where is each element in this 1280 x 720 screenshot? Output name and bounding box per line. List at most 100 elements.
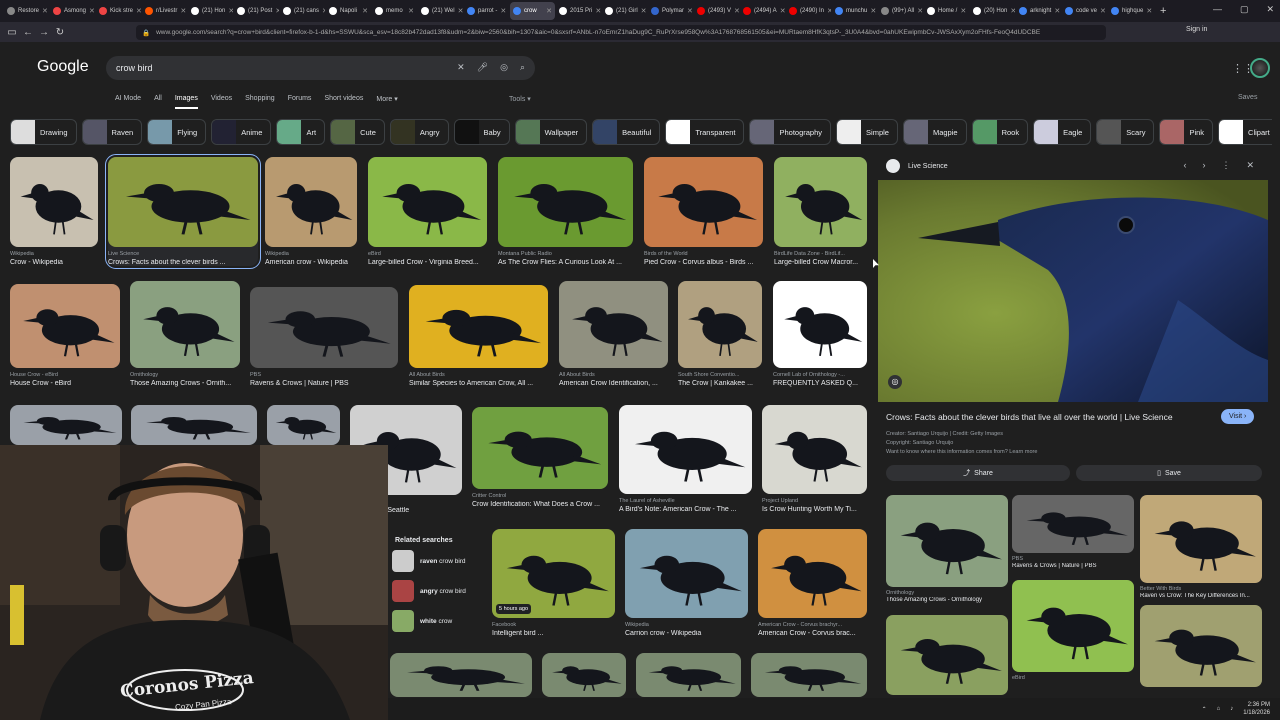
close-tab-icon[interactable]: ✕ — [595, 7, 601, 15]
image-result[interactable] — [542, 653, 626, 697]
panel-related-title[interactable]: Ravens & Crows | Nature | PBS — [1012, 563, 1134, 569]
result-source[interactable]: All About Birds — [409, 372, 548, 378]
result-thumbnail[interactable] — [131, 405, 257, 445]
chip-angry[interactable]: Angry — [389, 119, 449, 145]
next-icon[interactable]: › — [1202, 160, 1205, 171]
result-source[interactable]: Cornell Lab of Ornithology -... — [773, 372, 867, 378]
maximize-icon[interactable]: ▢ — [1240, 4, 1249, 15]
result-thumbnail[interactable] — [758, 529, 867, 618]
result-thumbnail[interactable] — [267, 405, 340, 445]
panel-related-image[interactable] — [886, 615, 1008, 695]
browser-tab[interactable]: highque ✕ — [1108, 2, 1153, 20]
image-result[interactable]: 5 hours ago Facebook Intelligent bird ... — [492, 529, 615, 637]
chip-magpie[interactable]: Magpie — [902, 119, 967, 145]
tab-forums[interactable]: Forums — [288, 95, 312, 103]
close-window-icon[interactable]: ✕ — [1266, 4, 1274, 15]
image-result[interactable]: BirdLife Data Zone - BirdLif... Large-bil… — [774, 157, 867, 266]
close-tab-icon[interactable]: ✕ — [1010, 7, 1015, 15]
panel-related-thumbnail[interactable] — [1012, 495, 1134, 553]
learn-more-link[interactable]: Want to know where this information come… — [886, 448, 1037, 457]
result-title[interactable]: As The Crow Flies: A Curious Look At ... — [498, 259, 633, 266]
close-tab-icon[interactable]: ✕ — [458, 7, 463, 15]
browser-tab[interactable]: Napoli ✕ — [326, 2, 371, 20]
result-source[interactable]: Project Upland — [762, 498, 867, 504]
browser-tab[interactable]: (21) Wel ✕ — [418, 2, 463, 20]
browser-tab[interactable]: Polymar ✕ — [648, 2, 693, 20]
image-result[interactable]: Birds of the World Pied Crow - Corvus alb… — [644, 157, 763, 266]
image-result[interactable]: South Shore Conventio... The Crow | Kanka… — [678, 281, 762, 387]
result-thumbnail[interactable] — [472, 407, 608, 489]
result-title[interactable]: Large-billed Crow Macror... — [774, 259, 867, 266]
result-title[interactable]: Large-billed Crow - Virginia Breed... — [368, 259, 487, 266]
result-thumbnail[interactable] — [409, 285, 548, 368]
panel-title[interactable]: Crows: Facts about the clever birds that… — [886, 412, 1173, 422]
result-source[interactable]: Ornithology — [130, 372, 240, 378]
close-tab-icon[interactable]: ✕ — [362, 7, 368, 15]
chip-beautiful[interactable]: Beautiful — [592, 119, 661, 145]
chip-wallpaper[interactable]: Wallpaper — [514, 119, 588, 145]
visit-button[interactable]: Visit › — [1221, 409, 1255, 424]
chip-photography[interactable]: Photography — [749, 119, 832, 145]
chip-simple[interactable]: Simple — [836, 119, 898, 145]
result-source[interactable]: House Crow - eBird — [10, 372, 120, 378]
more-options-icon[interactable]: ⋮ — [1221, 160, 1230, 171]
prev-icon[interactable]: ‹ — [1183, 160, 1186, 171]
tab-short-videos[interactable]: Short videos — [324, 95, 363, 103]
image-result[interactable]: Wikipedia Crow - Wikipedia — [10, 157, 98, 266]
result-thumbnail[interactable] — [542, 653, 626, 697]
image-result[interactable] — [10, 405, 122, 445]
panel-related-thumbnail[interactable] — [1012, 580, 1134, 672]
image-result[interactable] — [267, 405, 340, 445]
chip-transparent[interactable]: Transparent — [665, 119, 745, 145]
chip-cute[interactable]: Cute — [330, 119, 385, 145]
volume-icon[interactable]: ♪ — [1230, 706, 1233, 712]
result-title[interactable]: Ravens & Crows | Nature | PBS — [250, 380, 398, 387]
close-tab-icon[interactable]: ✕ — [960, 7, 966, 15]
result-source[interactable]: Wikipedia — [10, 251, 98, 257]
related-search-item[interactable]: raven crow bird — [392, 550, 480, 572]
image-result[interactable]: American Crow - Corvus brachyr... America… — [758, 529, 867, 637]
browser-tab[interactable]: Kick stre ✕ — [96, 2, 141, 20]
result-source[interactable]: American Crow - Corvus brachyr... — [758, 622, 867, 628]
image-result[interactable]: The Laurel of Asheville A Bird's Note: Am… — [619, 405, 752, 513]
result-thumbnail[interactable] — [636, 653, 741, 697]
image-result[interactable]: House Crow - eBird House Crow - eBird — [10, 284, 120, 387]
chip-art[interactable]: Art — [276, 119, 326, 145]
image-result[interactable] — [390, 653, 532, 697]
result-source[interactable]: The Laurel of Asheville — [619, 498, 752, 504]
browser-tab[interactable]: (2490) In ✕ — [786, 2, 831, 20]
browser-tab[interactable]: crow ✕ — [510, 2, 555, 20]
image-result[interactable] — [131, 405, 257, 445]
forward-icon[interactable]: → — [36, 27, 52, 38]
visual-search-icon[interactable]: ◎ — [888, 375, 902, 389]
chip-baby[interactable]: Baby — [453, 119, 510, 145]
panel-source[interactable]: Live Science — [886, 159, 948, 173]
browser-tab[interactable]: (2493) V ✕ — [694, 2, 739, 20]
result-title[interactable]: Similar Species to American Crow, All ..… — [409, 380, 548, 387]
close-tab-icon[interactable]: ✕ — [780, 7, 785, 15]
saves-button[interactable]: Saves — [1238, 94, 1257, 101]
close-tab-icon[interactable]: ✕ — [734, 7, 739, 15]
result-source[interactable]: Live Science — [108, 251, 258, 257]
result-thumbnail[interactable] — [498, 157, 633, 247]
chip-anime[interactable]: Anime — [211, 119, 272, 145]
browser-tab[interactable]: (21) cans ✕ — [280, 2, 325, 20]
browser-tab[interactable]: (2494) A ✕ — [740, 2, 785, 20]
result-thumbnail[interactable] — [774, 157, 867, 247]
chip-pink[interactable]: Pink — [1159, 119, 1214, 145]
panel-related-thumbnail[interactable] — [1140, 495, 1262, 583]
close-tab-icon[interactable]: ✕ — [89, 7, 95, 15]
image-result[interactable]: All About Birds American Crow Identificat… — [559, 281, 668, 387]
image-result[interactable]: Cornell Lab of Ornithology -... FREQUENTL… — [773, 281, 867, 387]
network-icon[interactable]: ⌂ — [1217, 706, 1221, 712]
browser-tab[interactable]: 2015 Pri ✕ — [556, 2, 601, 20]
result-title[interactable]: Intelligent bird ... — [492, 630, 615, 637]
result-thumbnail[interactable] — [644, 157, 763, 247]
browser-tab[interactable]: (20) Hon ✕ — [970, 2, 1015, 20]
result-title[interactable]: Crow - Wikipedia — [10, 259, 98, 266]
tab-ai-mode[interactable]: AI Mode — [115, 95, 141, 103]
browser-tab[interactable]: Home / ✕ — [924, 2, 969, 20]
tab-more[interactable]: More ▾ — [376, 95, 397, 103]
search-box[interactable]: crow bird ✕ 🎤︎ ◎ ⌕ — [106, 56, 535, 80]
tab-videos[interactable]: Videos — [211, 95, 232, 103]
